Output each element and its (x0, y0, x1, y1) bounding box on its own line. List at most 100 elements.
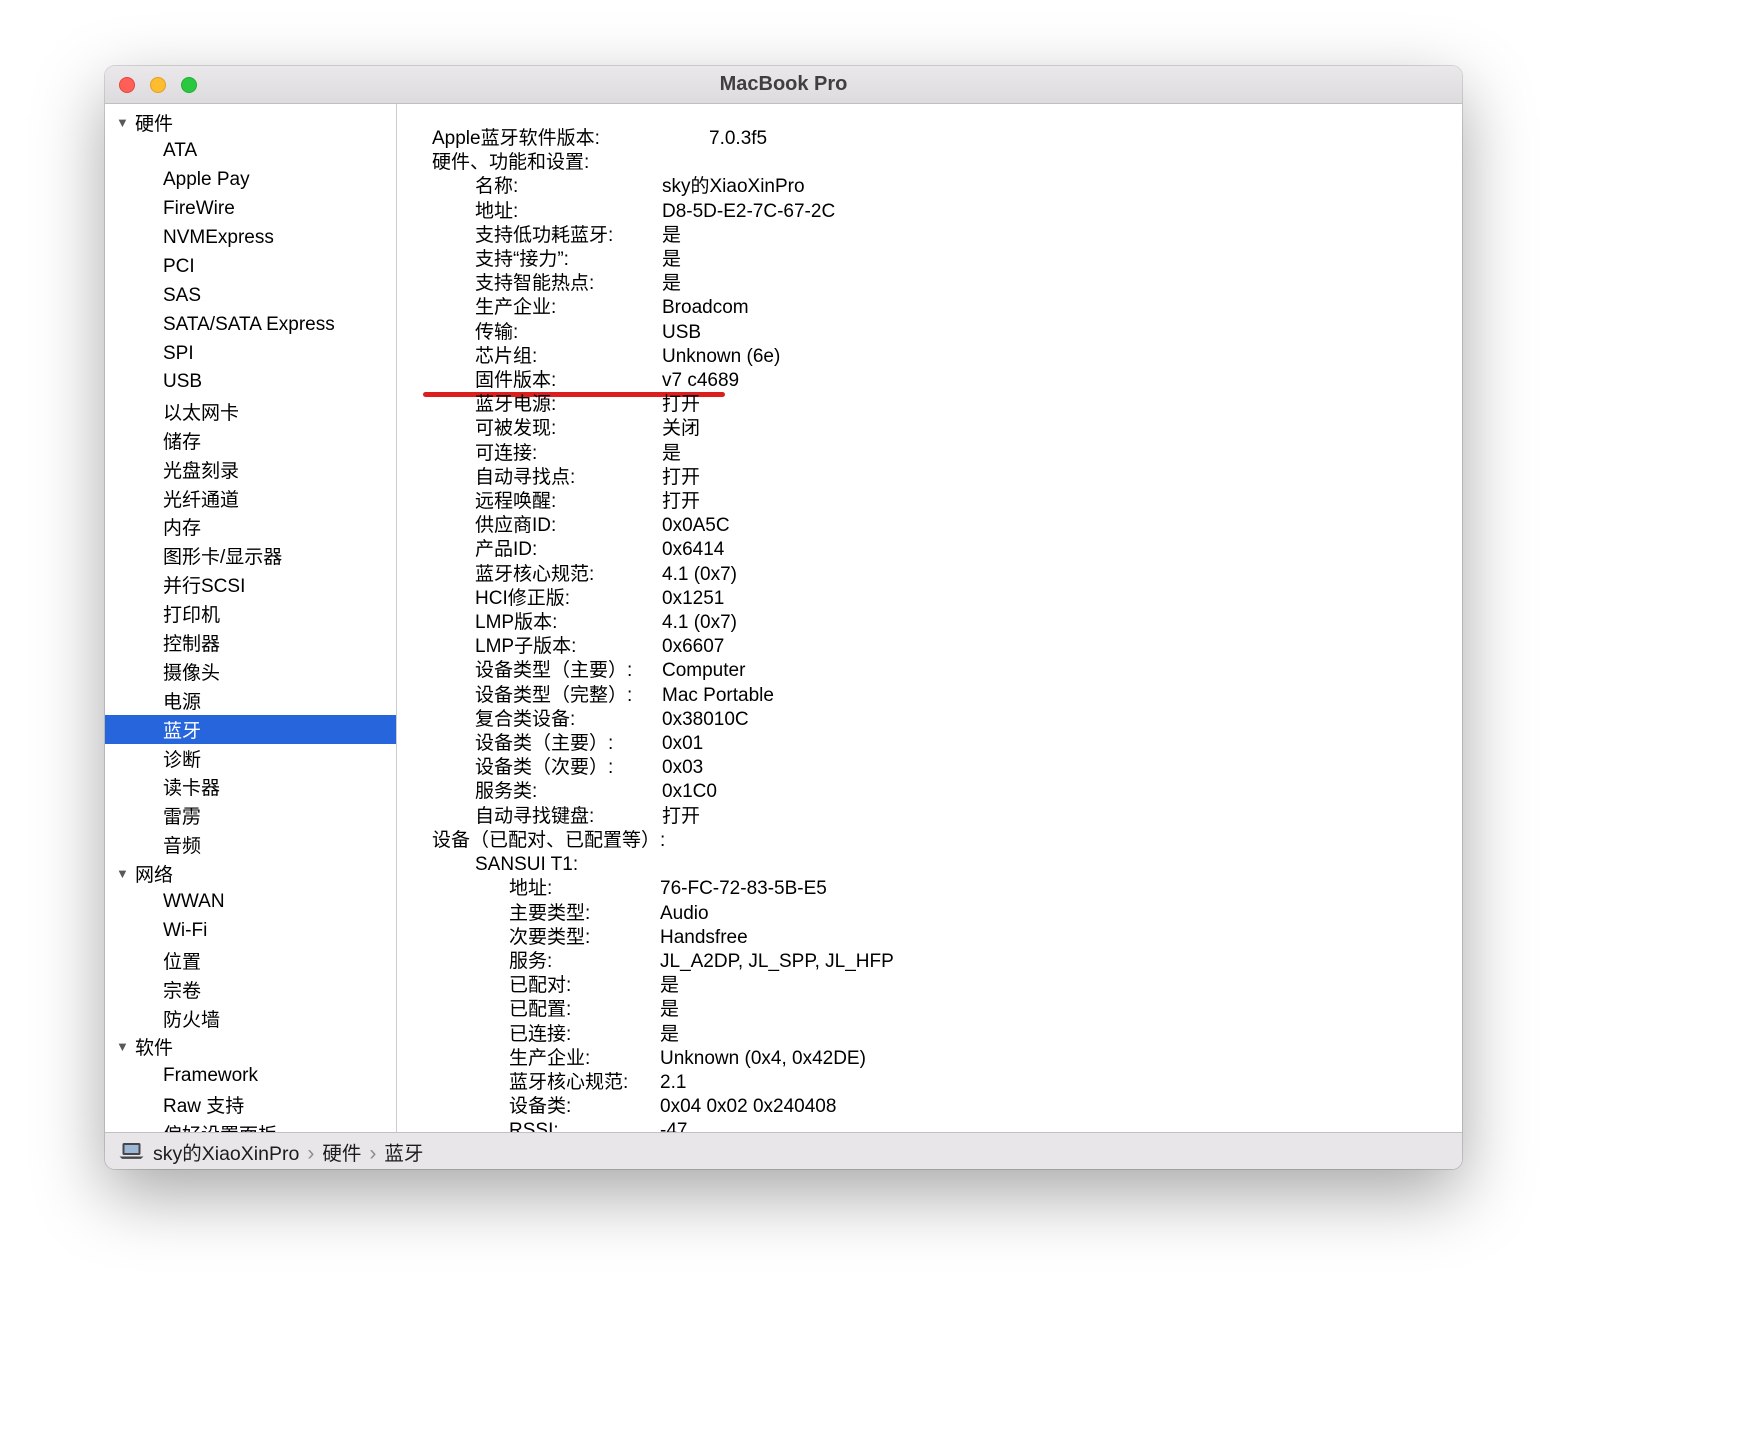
info-label: 支持智能热点: (475, 272, 662, 296)
sidebar-item-network[interactable]: ▼网络 (105, 859, 396, 888)
close-button[interactable] (119, 77, 135, 93)
info-label: 产品ID: (475, 538, 662, 562)
disclosure-triangle-icon[interactable]: ▼ (113, 1039, 135, 1054)
sidebar-item-apple-pay[interactable]: Apple Pay (105, 166, 396, 195)
info-label: LMP子版本: (475, 635, 662, 659)
disclosure-triangle-icon[interactable]: ▼ (113, 866, 135, 881)
sidebar-item-label: 打印机 (163, 600, 220, 627)
sidebar-item-label: 图形卡/显示器 (163, 542, 282, 569)
sidebar-item-software[interactable]: ▼软件 (105, 1033, 396, 1062)
info-value: Mac Portable (662, 684, 774, 708)
info-value: 打开 (662, 466, 700, 490)
sidebar-item-memory[interactable]: 内存 (105, 512, 396, 541)
sidebar-item-usb[interactable]: USB (105, 368, 396, 397)
info-value: 打开 (662, 805, 700, 829)
sidebar-item-thunderbolt[interactable]: 雷雳 (105, 801, 396, 830)
sidebar-item-bluetooth[interactable]: 蓝牙 (105, 715, 396, 744)
titlebar[interactable]: MacBook Pro (105, 66, 1462, 104)
sidebar-item-diagnostics[interactable]: 诊断 (105, 744, 396, 773)
sidebar-item-wi-fi[interactable]: Wi-Fi (105, 917, 396, 946)
sidebar-item-label: Wi-Fi (163, 920, 207, 942)
info-value: 是 (662, 248, 681, 272)
sidebar-item-controller[interactable]: 控制器 (105, 628, 396, 657)
main-area: ▼硬件ATAApple PayFireWireNVMExpressPCISAS S… (105, 104, 1462, 1132)
sidebar-item-graphics-displays[interactable]: 图形卡/显示器 (105, 541, 396, 570)
info-value: 打开 (662, 490, 700, 514)
sidebar-item-label: 以太网卡 (163, 398, 239, 425)
sidebar-item-label: Framework (163, 1065, 258, 1087)
sidebar-item-label: 光盘刻录 (163, 456, 239, 483)
info-value: 7.0.3f5 (709, 127, 767, 151)
info-line: 支持低功耗蓝牙:是 (432, 224, 1452, 248)
info-line: 支持“接力”:是 (432, 248, 1452, 272)
traffic-lights (119, 66, 197, 103)
sidebar-item-raw-support[interactable]: Raw 支持 (105, 1090, 396, 1119)
info-value: 4.1 (0x7) (662, 611, 737, 635)
sidebar-item-camera[interactable]: 摄像头 (105, 657, 396, 686)
sidebar-item-volumes[interactable]: 宗卷 (105, 975, 396, 1004)
info-line: Apple蓝牙软件版本:7.0.3f5 (432, 127, 1452, 151)
sidebar-item-spi[interactable]: SPI (105, 339, 396, 368)
info-label: 生产企业: (475, 296, 662, 320)
info-label: 主要类型: (509, 902, 660, 926)
info-label: Apple蓝牙软件版本: (432, 127, 709, 151)
info-value: 2.1 (660, 1071, 686, 1095)
sidebar-item-fibre-channel[interactable]: 光纤通道 (105, 484, 396, 513)
sidebar-item-storage[interactable]: 储存 (105, 426, 396, 455)
sidebar-item-audio[interactable]: 音频 (105, 830, 396, 859)
breadcrumb-separator: › (307, 1142, 314, 1165)
sidebar-item-label: SATA/SATA Express (163, 314, 335, 336)
info-line: 自动寻找点:打开 (432, 466, 1452, 490)
info-label: 支持“接力”: (475, 248, 662, 272)
sidebar-item-firewire[interactable]: FireWire (105, 195, 396, 224)
sidebar-item-preference-panes[interactable]: 偏好设置面板 (105, 1119, 396, 1132)
breadcrumb-item[interactable]: 蓝牙 (384, 1143, 423, 1165)
sidebar-item-disc-burning[interactable]: 光盘刻录 (105, 455, 396, 484)
computer-icon (119, 1142, 144, 1160)
sidebar-item-power[interactable]: 电源 (105, 686, 396, 715)
info-line: 自动寻找键盘:打开 (432, 805, 1452, 829)
sidebar-item-label: 网络 (135, 860, 173, 887)
info-value: 0x0A5C (662, 514, 730, 538)
minimize-button[interactable] (150, 77, 166, 93)
info-line: 生产企业:Broadcom (432, 296, 1452, 320)
info-line: 已配置:是 (432, 998, 1452, 1022)
info-label: 名称: (475, 175, 662, 199)
breadcrumb-item[interactable]: sky的XiaoXinPro (153, 1143, 299, 1165)
sidebar-item-label: 内存 (163, 513, 201, 540)
info-label: SANSUI T1: (475, 853, 662, 877)
sidebar-item-label: 光纤通道 (163, 485, 239, 512)
info-line: 设备类（主要）:0x01 (432, 732, 1452, 756)
info-value: 关闭 (662, 417, 700, 441)
breadcrumb-item[interactable]: 硬件 (322, 1143, 361, 1165)
zoom-button[interactable] (181, 77, 197, 93)
sidebar-item-parallel-scsi[interactable]: 并行SCSI (105, 570, 396, 599)
info-value: sky的XiaoXinPro (662, 175, 805, 199)
sidebar-item-locations[interactable]: 位置 (105, 946, 396, 975)
sidebar-item-card-reader[interactable]: 读卡器 (105, 772, 396, 801)
info-line: LMP子版本:0x6607 (432, 635, 1452, 659)
sidebar-item-framework[interactable]: Framework (105, 1061, 396, 1090)
disclosure-triangle-icon[interactable]: ▼ (113, 115, 135, 130)
info-value: 是 (660, 1023, 679, 1047)
sidebar-item-hardware[interactable]: ▼硬件 (105, 108, 396, 137)
sidebar-item-firewall[interactable]: 防火墙 (105, 1004, 396, 1033)
sidebar-item-printers[interactable]: 打印机 (105, 599, 396, 628)
sidebar-item-pci[interactable]: PCI (105, 252, 396, 281)
info-label: 服务: (509, 950, 660, 974)
status-bar: sky的XiaoXinPro›硬件›蓝牙 (105, 1132, 1462, 1169)
sidebar-item-sas[interactable]: SAS (105, 281, 396, 310)
info-label: 设备类型（主要）: (475, 659, 662, 683)
window-title: MacBook Pro (720, 73, 848, 96)
sidebar-item-sata-sata-express[interactable]: SATA/SATA Express (105, 310, 396, 339)
sidebar-item-nvmexpress[interactable]: NVMExpress (105, 224, 396, 253)
info-label: 次要类型: (509, 926, 660, 950)
sidebar-item-ata[interactable]: ATA (105, 137, 396, 166)
content-pane: Apple蓝牙软件版本:7.0.3f5硬件、功能和设置:名称:sky的XiaoX… (397, 104, 1462, 1132)
info-line: 硬件、功能和设置: (432, 151, 1452, 175)
sidebar-item-ethernet-cards[interactable]: 以太网卡 (105, 397, 396, 426)
info-line: 可被发现:关闭 (432, 417, 1452, 441)
sidebar-item-wwan[interactable]: WWAN (105, 888, 396, 917)
info-label: 蓝牙核心规范: (475, 563, 662, 587)
info-line: 传输:USB (432, 321, 1452, 345)
